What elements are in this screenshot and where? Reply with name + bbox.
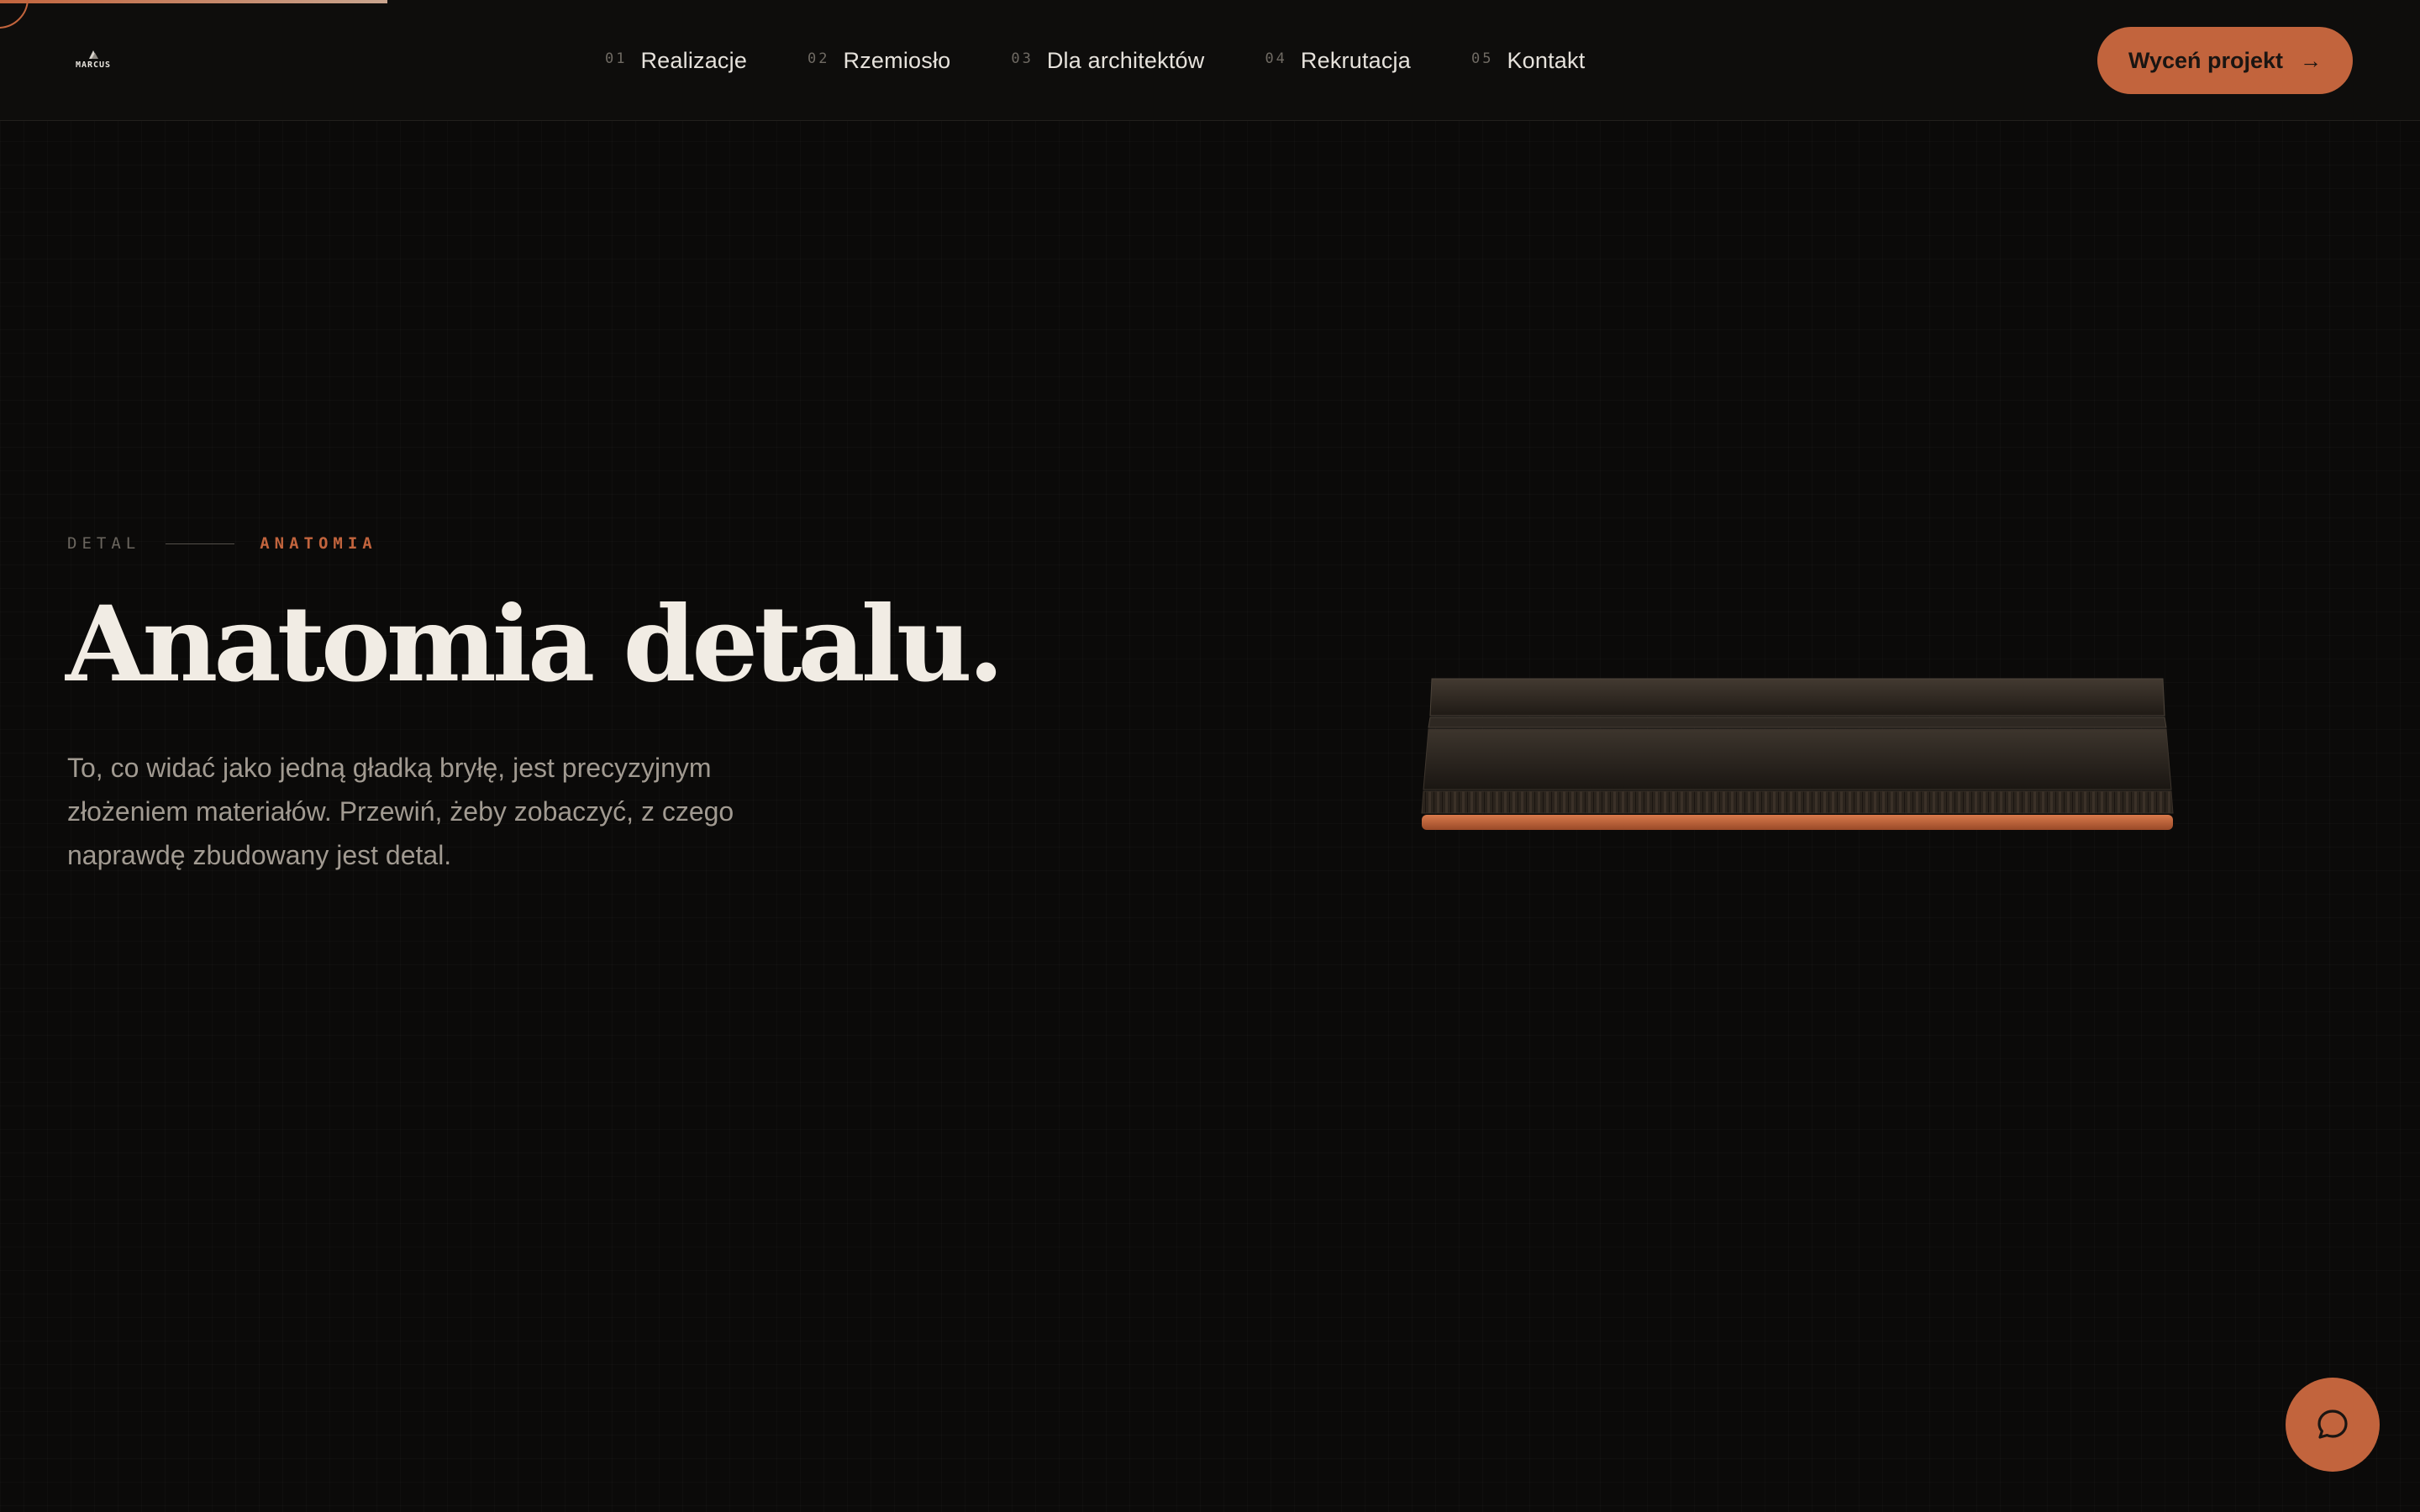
nav-item-label[interactable]: Realizacje [640,48,747,74]
logo[interactable]: MARCUS [67,47,119,76]
section-eyebrow: DETAL ANATOMIA [67,534,377,553]
quote-project-button[interactable]: Wyceń projekt → [2097,27,2353,94]
nav-item-rzemioslo[interactable]: 02 Rzemiosło [808,48,950,74]
core-layer [1423,728,2172,790]
nav-item-dla-architektow[interactable]: 03 Dla architektów [1011,48,1204,74]
nav-item-label[interactable]: Kontakt [1507,48,1585,74]
chat-button[interactable] [2286,1378,2380,1472]
main-nav: 01 Realizacje 02 Rzemiosło 03 Dla archit… [605,0,1585,121]
detail-3d-model[interactable] [1412,672,2185,840]
nav-item-kontakt[interactable]: 05 Kontakt [1471,48,1585,74]
nav-item-number: 02 [808,50,830,67]
scroll-progress-bar [0,0,2420,3]
hero-description: To, co widać jako jedną gładką bryłę, je… [67,753,734,870]
nav-item-number: 04 [1265,50,1287,67]
scroll-progress-fill [0,0,387,3]
nav-item-number: 03 [1011,50,1034,67]
nav-item-label[interactable]: Dla architektów [1047,48,1205,74]
nav-item-number: 05 [1470,50,1494,67]
nav-item-rekrutacja[interactable]: 04 Rekrutacja [1265,48,1411,74]
eyebrow-label-detal: DETAL [67,534,141,553]
page-title: Anatomia detalu. [66,584,1004,706]
nav-item-label[interactable]: Rekrutacja [1301,48,1411,74]
copper-edge [1422,815,2173,830]
top-layer [1429,678,2165,717]
wood-layer [1421,790,2174,814]
chat-bubble-icon [2317,1410,2348,1439]
eyebrow-divider [166,543,235,544]
quote-project-label: Wyceń projekt [2128,47,2284,73]
nav-item-realizacje[interactable]: 01 Realizacje [605,48,747,74]
layered-detail-illustration [1421,678,2174,830]
logo-text: MARCUS [75,60,112,70]
nav-item-label[interactable]: Rzemiosło [844,48,951,74]
thin-layer [1428,717,2167,728]
nav-item-number: 01 [605,50,628,67]
eyebrow-label-anatomia: ANATOMIA [260,534,377,553]
arrow-right-icon: → [2300,47,2323,73]
site-header: MARCUS 01 Realizacje 02 Rzemiosło 03 Dla… [0,0,2420,121]
